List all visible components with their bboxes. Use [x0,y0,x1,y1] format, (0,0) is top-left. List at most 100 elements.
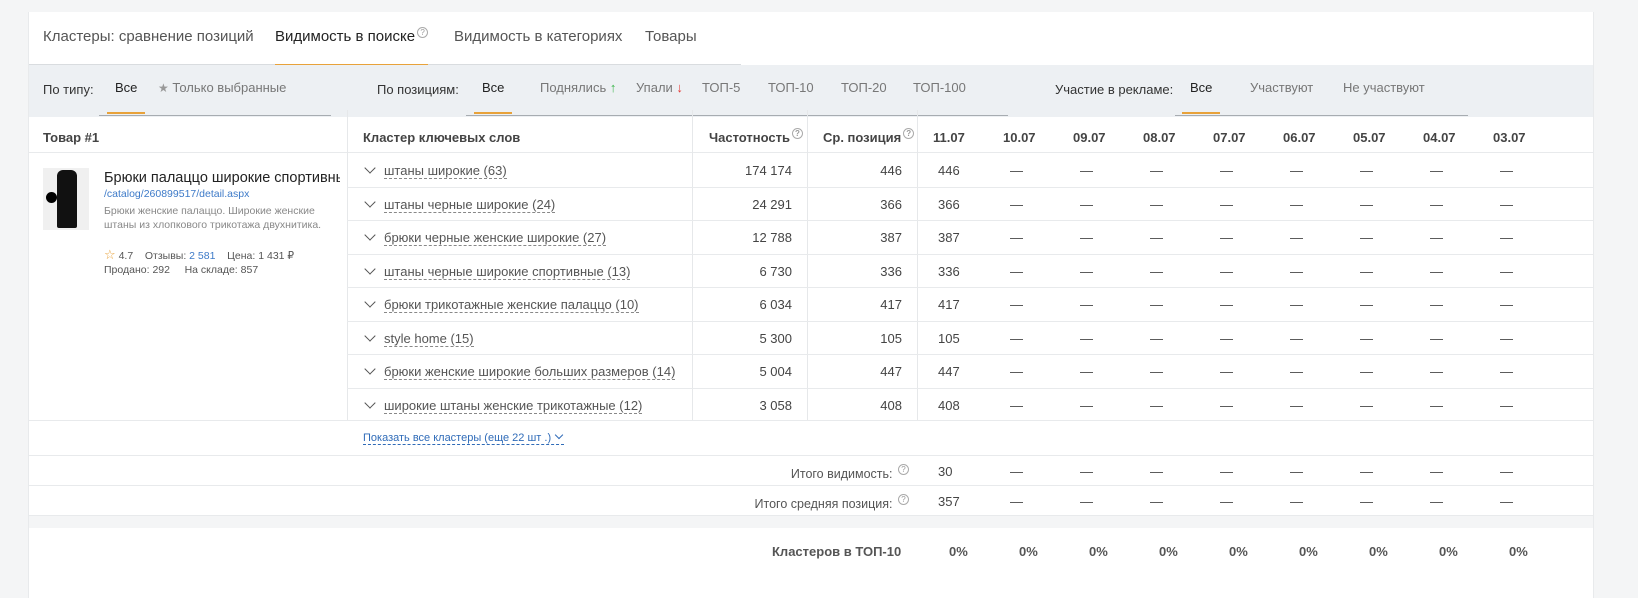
cluster-date-position: — [1220,230,1233,245]
cluster-date-position: — [1500,230,1513,245]
show-all-clusters-link[interactable]: Показать все кластеры (еще 22 шт .) [363,430,565,445]
filter-type-all[interactable]: Все [106,65,146,114]
star-icon: ☆ [104,247,116,262]
cluster-date-position: — [1150,263,1163,279]
cluster-date-position: — [1290,330,1303,346]
cluster-date-position: — [1010,364,1023,379]
cluster-frequency: 6 034 [759,297,792,312]
filter-top5[interactable]: ТОП-5 [702,65,740,111]
cluster-row-toggle[interactable]: style home (15) [363,329,474,347]
cluster-date-position: 417 [938,297,960,312]
tab-clusters-compare[interactable]: Кластеры: сравнение позиций [43,12,254,65]
cluster-date-position: — [1360,163,1373,178]
cluster-date-position: — [1080,297,1093,312]
top10-percent: 0% [1439,544,1458,559]
cluster-date-position: — [1290,364,1303,379]
cluster-row-toggle[interactable]: брюки черные женские широкие (27) [363,229,607,246]
cluster-date-position: 366 [938,196,960,212]
cluster-date-position: — [1080,196,1093,212]
filter-position-up[interactable]: Поднялись ↑ [540,65,616,111]
cluster-date-position: — [1360,263,1373,279]
cluster-row-toggle[interactable]: широкие штаны женские трикотажные (12) [363,396,643,414]
cluster-date-position: — [1290,230,1303,245]
cluster-date-position: — [1010,297,1023,312]
cluster-date-position: — [1500,364,1513,379]
row-divider [347,287,1593,288]
filter-top100[interactable]: ТОП-100 [913,65,966,111]
top10-percent: 0% [1509,544,1528,559]
product-image[interactable] [43,168,89,230]
cluster-date-position: — [1080,163,1093,178]
help-icon[interactable]: ? [898,464,909,475]
filter-position-label: По позициям: [377,82,459,97]
row-divider [29,420,1593,421]
cluster-date-position: — [1010,163,1023,178]
help-icon[interactable]: ? [903,128,915,139]
cluster-avg-position: 447 [880,364,902,379]
cluster-row-toggle[interactable]: штаны черные широкие спортивные (13) [363,262,631,280]
cluster-frequency: 12 788 [752,230,792,245]
tab-search-visibility[interactable]: Видимость в поиске? [275,12,429,66]
total-date-value: — [1430,464,1443,479]
cluster-date-position: — [1290,263,1303,279]
cluster-date-position: — [1080,230,1093,245]
product-link[interactable]: /catalog/260899517/detail.aspx [104,188,249,200]
help-icon[interactable]: ? [417,27,429,38]
cluster-frequency: 3 058 [759,397,792,413]
filter-top10[interactable]: ТОП-10 [768,65,814,111]
cluster-date-position: — [1010,230,1023,245]
filter-ads-all[interactable]: Все [1181,65,1221,114]
total-date-value: — [1080,464,1093,479]
cluster-date-position: — [1010,263,1023,279]
cluster-frequency: 5 004 [759,364,792,379]
cluster-date-position: 408 [938,397,960,413]
cluster-date-position: — [1080,397,1093,413]
row-divider [347,387,1593,389]
tab-products[interactable]: Товары [645,12,697,65]
filter-position-underline [466,115,1008,116]
filter-ads-out[interactable]: Не участвуют [1343,65,1425,111]
filter-type-selected[interactable]: ★ Только выбранные [158,65,286,111]
cluster-row-toggle[interactable]: брюки женские широкие больших размеров (… [363,363,676,380]
row-divider [347,354,1593,355]
help-icon[interactable]: ? [791,128,803,139]
row-divider [29,455,1593,456]
cluster-row-toggle[interactable]: брюки трикотажные женские палаццо (10) [363,296,639,313]
filter-top20[interactable]: ТОП-20 [841,65,887,111]
filter-type-label: По типу: [43,82,94,97]
product-reviews[interactable]: 2 581 [189,250,215,262]
row-divider [347,253,1593,255]
total-date-value: — [1150,464,1163,479]
filter-ads-in[interactable]: Участвуют [1250,65,1313,111]
cluster-date-position: — [1360,330,1373,346]
top10-percent: 0% [1369,544,1388,559]
help-icon[interactable]: ? [898,494,909,505]
cluster-avg-position: 408 [880,397,902,413]
cluster-date-position: — [1430,230,1443,245]
cluster-date-position: — [1360,297,1373,312]
cluster-date-position: — [1220,397,1233,413]
product-title[interactable]: Брюки палаццо широкие спортивные [104,170,340,186]
total-label: Итого средняя позиция: ? [669,494,909,511]
chevron-down-icon [364,162,376,174]
filter-position-all[interactable]: Все [473,65,513,114]
cluster-date-position: — [1290,163,1303,178]
filter-type-underline [99,115,331,116]
col-divider [917,110,918,420]
cluster-row-toggle[interactable]: штаны широкие (63) [363,162,507,179]
cluster-date-position: — [1290,196,1303,212]
cluster-date-position: — [1220,330,1233,346]
cluster-avg-position: 105 [880,330,902,346]
filter-position-down[interactable]: Упали ↓ [636,65,683,111]
cluster-avg-position: 336 [880,263,902,279]
total-label: Итого видимость: ? [669,464,909,481]
cluster-row-toggle[interactable]: штаны черные широкие (24) [363,195,556,213]
chevron-down-icon [554,430,564,440]
tab-category-visibility[interactable]: Видимость в категориях [454,12,622,65]
total-date-value: — [1360,464,1373,479]
total-date-value: — [1010,494,1023,509]
cluster-date-position: — [1220,297,1233,312]
cluster-date-position: — [1150,397,1163,413]
cluster-date-position: — [1150,330,1163,346]
cluster-date-position: — [1430,297,1443,312]
